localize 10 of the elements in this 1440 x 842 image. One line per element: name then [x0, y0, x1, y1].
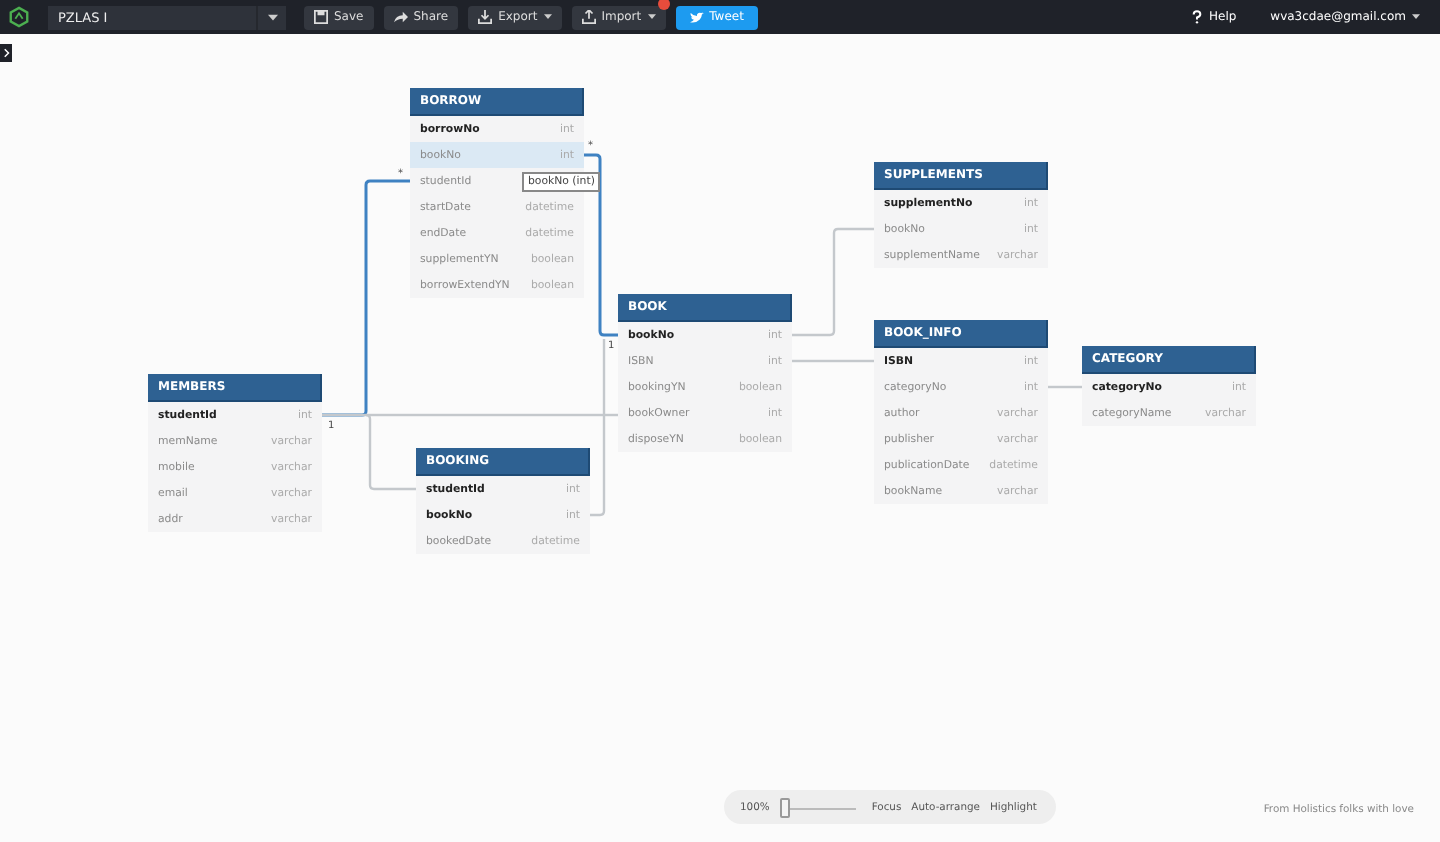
download-icon — [478, 10, 493, 24]
sidebar-toggle[interactable] — [0, 44, 12, 62]
caret-icon[interactable] — [256, 5, 286, 29]
zoom-slider[interactable] — [779, 797, 856, 817]
share-arrow-icon — [393, 10, 408, 24]
help-icon — [1192, 10, 1203, 24]
caret-icon — [1412, 14, 1420, 20]
logo-icon[interactable] — [8, 6, 30, 28]
bird-icon — [689, 11, 704, 23]
upload-icon — [581, 10, 596, 24]
